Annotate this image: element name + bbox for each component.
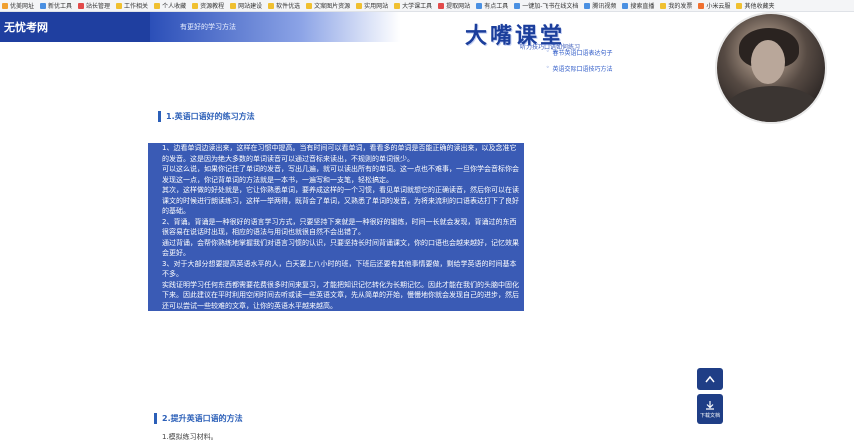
folder-icon: [438, 2, 445, 9]
bookmark-item[interactable]: 提取网站: [438, 1, 470, 10]
site-logo[interactable]: 无忧考网: [0, 12, 150, 42]
logo-tagline: 有更好的学习方法: [150, 12, 400, 42]
bookmark-item[interactable]: 有点工具: [476, 1, 508, 10]
bookmark-item[interactable]: 资源教程: [192, 1, 224, 10]
download-icon: [706, 400, 714, 410]
folder-icon: [306, 2, 313, 9]
folder-icon: [622, 2, 629, 9]
folder-icon: [2, 2, 8, 9]
folder-icon: [476, 2, 483, 9]
section-title-2: 2.提升英语口语的方法: [154, 413, 243, 424]
bookmark-item[interactable]: 搜索直播: [622, 1, 654, 10]
bookmark-item[interactable]: 小米云服: [698, 1, 730, 10]
folder-icon: [736, 2, 743, 9]
folder-icon: [192, 2, 199, 9]
download-label: 下载文档: [699, 412, 720, 419]
bookmark-item[interactable]: 优美网址: [2, 1, 34, 10]
paragraph: 2、背诵。背诵是一种很好的语言学习方式，只要坚持下来就是一种很好的锻炼，时间一长…: [148, 216, 524, 238]
related-links: ◦ 春节英语口语表达句子 ◦ 英语交际口语技巧方法: [546, 48, 613, 73]
bookmark-item[interactable]: 一键加-飞书在线文档: [514, 1, 578, 10]
bookmark-item[interactable]: 软件优选: [268, 1, 300, 10]
paragraph: 3、对于大部分想要提高英语水平的人，白天要上八小时的班，下班后还要有其他事情要做…: [148, 258, 524, 280]
folder-icon: [230, 2, 237, 9]
folder-icon: [116, 2, 123, 9]
folder-icon: [268, 2, 275, 9]
section-title-1: 1.英语口语好的练习方法: [158, 111, 255, 122]
folder-icon: [660, 2, 667, 9]
bookmark-item[interactable]: 工作相关: [116, 1, 148, 10]
list-item: 1.模拟练习材料。: [162, 433, 218, 441]
download-document-button[interactable]: 下载文档: [697, 394, 723, 424]
folder-icon: [356, 2, 363, 9]
related-link-1[interactable]: ◦ 春节英语口语表达句子: [546, 48, 613, 57]
paragraph: 1、边看单词边读出来，这样在习惯中提高。当有时间可以看单词，看看多的单词是否能正…: [148, 143, 524, 164]
folder-icon: [154, 2, 161, 9]
bookmark-item[interactable]: 个人收藏: [154, 1, 186, 10]
bookmark-item[interactable]: 实用网站: [356, 1, 388, 10]
paragraph: 其次，这样做的好处就是，它让你熟悉单词，要养成这样的一个习惯，看见单词就想它的正…: [148, 185, 524, 217]
bookmark-item[interactable]: 腾讯视频: [584, 1, 616, 10]
bookmark-item[interactable]: 新优工具: [40, 1, 72, 10]
bookmark-item[interactable]: 站长管理: [78, 1, 110, 10]
dot-icon: ◦: [546, 64, 550, 71]
related-link-2[interactable]: ◦ 英语交际口语技巧方法: [546, 64, 613, 73]
folder-icon: [514, 2, 521, 9]
folder-icon: [394, 2, 401, 9]
bookmark-item[interactable]: 我的发票: [660, 1, 692, 10]
arrow-up-icon: [705, 375, 715, 383]
paragraph: 可以这么说，如果你记住了单词的发音，写出几遍，就可以读出所有的单词。这一点也不难…: [148, 164, 524, 185]
bookmarks-bar: 优美网址 新优工具 站长管理 工作相关 个人收藏 资源教程 网站建设 软件优选 文案图片资源 实用…: [0, 0, 854, 12]
folder-icon: [40, 2, 47, 9]
folder-icon: [78, 2, 85, 9]
folder-icon: [698, 2, 705, 9]
paragraph: 通过背诵，会帮你熟练地掌握我们对语言习惯的认识，只要坚持长时间背诵课文，你的口语…: [148, 237, 524, 259]
bookmark-item[interactable]: 其他收藏夹: [736, 1, 774, 10]
presenter-video-avatar: [715, 12, 827, 124]
paragraph: 实践证明学习任何东西都需要花费很多时间来复习，才能把知识记忆转化为长期记忆。因此…: [148, 279, 524, 311]
folder-icon: [584, 2, 591, 9]
selected-article-text[interactable]: 1、边看单词边读出来，这样在习惯中提高。当有时间可以看单词，看看多的单词是否能正…: [148, 143, 524, 311]
scroll-top-button[interactable]: [697, 368, 723, 390]
bookmark-item[interactable]: 文案图片资源: [306, 1, 350, 10]
dot-icon: ◦: [546, 48, 550, 55]
bookmark-item[interactable]: 网站建设: [230, 1, 262, 10]
bookmark-item[interactable]: 大学课工具: [394, 1, 432, 10]
